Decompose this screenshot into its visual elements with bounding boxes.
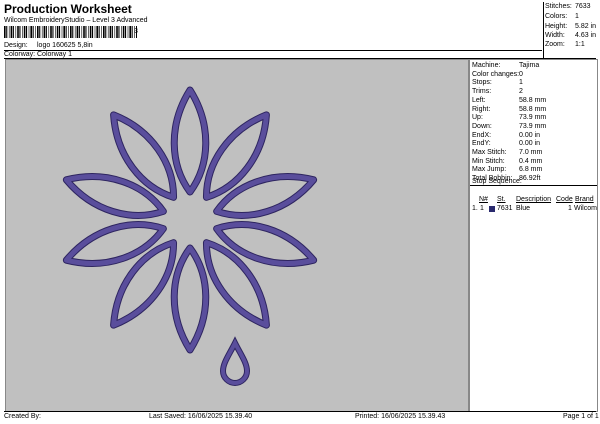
printed-date: Printed: 16/06/2025 15.39.43: [355, 413, 446, 420]
detail-value: 2: [519, 88, 523, 96]
detail-label: Color changes:: [472, 70, 520, 78]
detail-label: EndY:: [472, 140, 491, 148]
software-name: Wilcom EmbroideryStudio – Level 3 Advanc…: [4, 17, 148, 24]
detail-value: 7.0 mm: [519, 149, 543, 156]
detail-value: 58.8 mm: [519, 96, 547, 104]
design-label: Design:: [4, 42, 28, 49]
detail-label: Trims:: [472, 88, 492, 96]
col-brand: Brand: [575, 196, 594, 203]
stat-value: 4.63 in: [575, 32, 597, 39]
detail-value: 1: [519, 79, 523, 87]
divider: [470, 185, 597, 186]
row-index: 1.: [472, 205, 478, 212]
detail-value: 0: [519, 70, 523, 78]
stat-value: 1:1: [575, 41, 585, 48]
detail-label: EndX:: [472, 131, 492, 139]
row-code: 1: [568, 205, 572, 212]
stat-label: Colors:: [545, 13, 568, 20]
stat-label: Stitches:: [545, 3, 572, 10]
page-title: Production Worksheet: [4, 2, 132, 16]
created-by: Created By:: [4, 413, 41, 420]
row-stitches: 7631: [497, 205, 513, 212]
detail-value: 0.00 in: [519, 131, 541, 139]
detail-label: Max Jump:: [472, 166, 507, 174]
stop-sequence-title: Stop Sequence:: [472, 178, 522, 185]
detail-value: 58.8 mm: [519, 105, 547, 113]
detail-label: Machine:: [472, 62, 501, 69]
barcode-number: 3: [134, 28, 138, 35]
embroidery-design: [62, 86, 318, 387]
detail-value: 86.92ft: [519, 175, 541, 183]
thread-color-swatch: [489, 206, 495, 212]
stat-label: Zoom:: [545, 41, 565, 48]
last-saved: Last Saved: 16/06/2025 15.39.40: [149, 413, 253, 420]
detail-value: 0.00 in: [519, 140, 541, 148]
row-n: 1: [480, 205, 484, 212]
col-n: N#: [479, 196, 488, 203]
divider: [4, 50, 542, 51]
machine-info-panel: Machine: Tajima Color changes: 0 Stops: 1 Trim…: [469, 59, 598, 412]
col-description: Description: [516, 196, 552, 203]
stat-label: Width:: [545, 32, 565, 39]
barcode: [4, 26, 137, 38]
detail-value: 73.9 mm: [519, 114, 547, 122]
detail-label: Min Stitch:: [472, 157, 505, 165]
stat-value: 7633: [575, 3, 591, 10]
col-stitches: St.: [497, 196, 506, 203]
page-number: Page 1 of 1: [563, 413, 599, 420]
row-description: Blue: [516, 205, 531, 212]
stat-label: Height:: [545, 23, 568, 30]
stat-value: 1: [575, 13, 579, 20]
detail-label: Right:: [472, 105, 491, 113]
row-brand: Wilcom: [574, 205, 597, 212]
design-value: logo 160625 5,8in: [37, 42, 93, 49]
detail-value: 73.9 mm: [519, 122, 547, 130]
detail-value: 0.4 mm: [519, 157, 543, 165]
design-preview[interactable]: [5, 59, 469, 412]
colorway-label: Colorway:: [4, 51, 36, 58]
colorway-value: Colorway 1: [37, 51, 73, 58]
detail-value: Tajima: [519, 62, 540, 69]
detail-value: 6.8 mm: [519, 166, 543, 174]
header-separator: [543, 2, 544, 59]
col-code: Code: [556, 196, 573, 203]
stat-value: 5.82 in: [575, 23, 597, 30]
detail-label: Stops:: [472, 79, 492, 87]
detail-label: Down:: [472, 122, 492, 130]
divider: [4, 411, 596, 412]
detail-label: Up:: [472, 114, 483, 122]
detail-label: Left:: [472, 96, 486, 104]
detail-label: Max Stitch:: [472, 149, 507, 156]
